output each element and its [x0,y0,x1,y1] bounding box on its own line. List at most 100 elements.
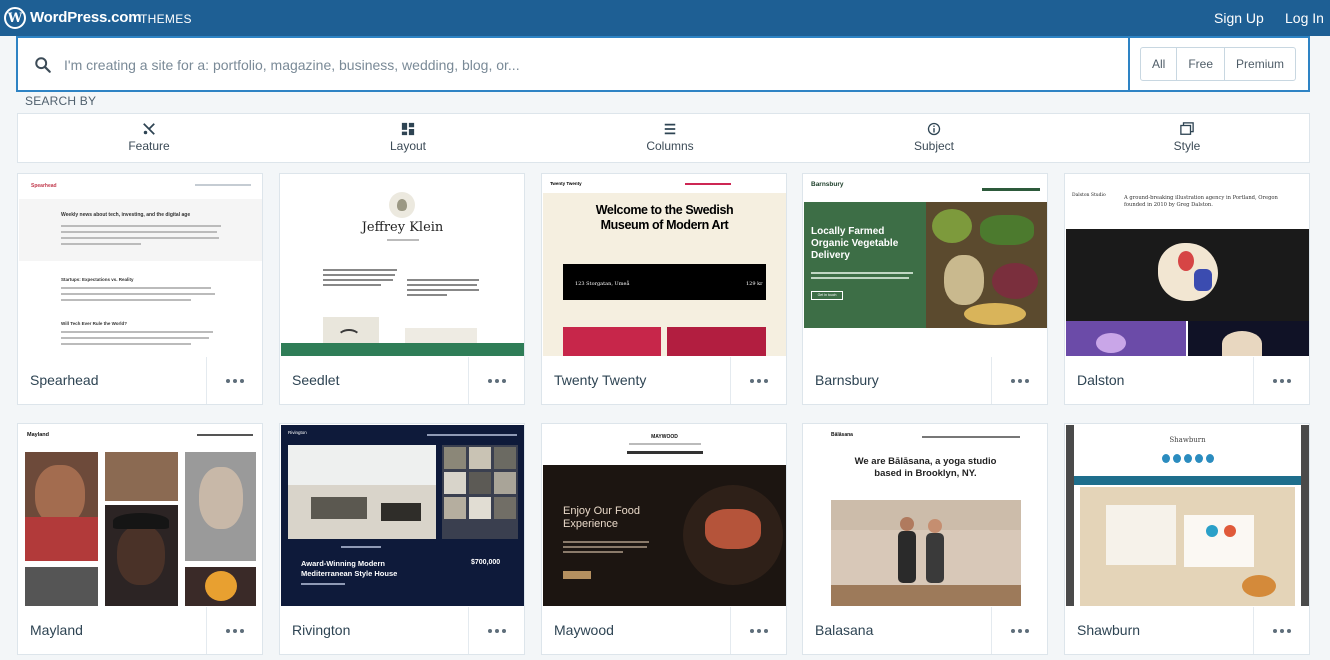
theme-name[interactable]: Maywood [554,622,614,638]
preview-art [667,327,766,356]
preview-gallery-tile [444,472,466,494]
filter-all-button[interactable]: All [1141,48,1178,80]
preview-hat [113,513,169,529]
preview-logo: Bālāsana [831,432,853,438]
more-icon [1272,378,1291,383]
theme-card-twenty-twenty[interactable]: Twenty Twenty Welcome to the Swedish Mus… [541,173,787,405]
search-input[interactable]: I'm creating a site for a: portfolio, ma… [18,38,1130,90]
preview-heading-line: Enjoy Our Food [563,505,641,517]
theme-more-button[interactable] [206,607,262,654]
preview-text [301,583,345,585]
theme-name[interactable]: Shawburn [1077,622,1140,638]
preview-text [61,243,141,245]
theme-name[interactable]: Seedlet [292,372,339,388]
section-name[interactable]: THEMES [140,12,192,26]
preview-logo: Mayland [27,432,50,438]
theme-preview-dalston[interactable]: Dalston Studio A ground-breaking illustr… [1066,175,1309,356]
theme-card-spearhead[interactable]: Spearhead Weekly news about tech, invest… [17,173,263,405]
theme-more-button[interactable] [206,357,262,404]
theme-preview-maywood[interactable]: MAYWOOD Enjoy Our Food Experience [543,425,786,606]
sign-up-link[interactable]: Sign Up [1214,10,1264,26]
preview-veg [944,255,984,305]
theme-more-button[interactable] [1253,357,1309,404]
preview-gallery-tile [469,497,491,519]
theme-preview-twenty-twenty[interactable]: Twenty Twenty Welcome to the Swedish Mus… [543,175,786,356]
preview-nav [922,436,1020,438]
theme-name[interactable]: Spearhead [30,372,99,388]
preview-text [407,284,477,286]
preview-food [705,509,761,549]
theme-preview-barnsbury[interactable]: Barnsbury Locally Farmed Organic Vegetab… [804,175,1047,356]
theme-preview-mayland[interactable]: Mayland [19,425,262,606]
preview-gallery-tile [469,447,491,469]
preview-gallery-tile [494,497,516,519]
more-icon [1010,628,1029,633]
masterbar: W WordPress.com THEMES Sign Up Log In [0,0,1330,36]
theme-card-rivington[interactable]: Rivington Award-Winning Modern Mediterra… [279,423,525,655]
preview-art [563,327,661,356]
preview-post-title: Will Tech Ever Rule the World? [61,321,128,326]
theme-more-button[interactable] [991,357,1047,404]
preview-logo: Barnsbury [811,181,844,188]
theme-more-button[interactable] [991,607,1047,654]
brand-name[interactable]: WordPress.com [30,9,142,26]
preview-text [61,299,191,301]
search-by-layout[interactable]: Layout [348,122,468,153]
search-by-style[interactable]: Style [1127,122,1247,153]
theme-preview-balasana[interactable]: Bālāsana We are Bālāsana, a yoga studio … [804,425,1047,606]
search-icon[interactable] [34,56,52,74]
feature-label: Feature [128,139,170,153]
theme-preview-spearhead[interactable]: Spearhead Weekly news about tech, invest… [19,175,262,356]
preview-portrait [25,567,98,606]
theme-more-button[interactable] [1253,607,1309,654]
preview-paper [1184,515,1254,567]
theme-preview-seedlet[interactable]: Jeffrey Klein [281,175,524,356]
theme-name[interactable]: Mayland [30,622,83,638]
theme-card-maywood[interactable]: MAYWOOD Enjoy Our Food Experience Maywoo… [541,423,787,655]
more-icon [1272,628,1291,633]
theme-name[interactable]: Dalston [1077,372,1124,388]
theme-card-balasana[interactable]: Bālāsana We are Bālāsana, a yoga studio … [802,423,1048,655]
search-by-columns[interactable]: Columns [610,122,730,153]
theme-more-button[interactable] [468,357,524,404]
preview-price: $700,000 [471,559,501,566]
tier-filter: All Free Premium [1140,47,1297,81]
subject-label: Subject [913,139,955,153]
preview-mug [1242,575,1276,597]
preview-footer [281,343,524,356]
theme-card-shawburn[interactable]: Shawburn Shawburn [1064,423,1310,655]
preview-logo: Twenty Twenty [550,181,582,186]
theme-card-dalston[interactable]: Dalston Studio A ground-breaking illustr… [1064,173,1310,405]
theme-more-button[interactable] [468,607,524,654]
preview-heading-line: Experience [563,518,619,530]
style-label: Style [1173,139,1201,153]
search-by-subject[interactable]: Subject [874,122,994,153]
log-in-link[interactable]: Log In [1285,10,1324,26]
theme-more-button[interactable] [730,357,786,404]
theme-more-button[interactable] [730,607,786,654]
search-by-feature[interactable]: Feature [89,122,209,153]
wordpress-logo-icon[interactable]: W [4,7,26,29]
filter-free-button[interactable]: Free [1177,48,1226,80]
search-placeholder: I'm creating a site for a: portfolio, ma… [64,57,520,73]
theme-name[interactable]: Twenty Twenty [554,372,646,388]
theme-preview-shawburn[interactable]: Shawburn [1066,425,1309,606]
filter-premium-button[interactable]: Premium [1225,48,1295,80]
theme-card-barnsbury[interactable]: Barnsbury Locally Farmed Organic Vegetab… [802,173,1048,405]
columns-icon [664,123,676,135]
columns-label: Columns [646,139,694,153]
theme-name[interactable]: Barnsbury [815,372,879,388]
preview-heading: Weekly news about tech, investing, and t… [61,212,191,218]
preview-text [323,284,381,286]
preview-heading-line: Welcome to the Swedish [595,203,734,217]
preview-nav [197,434,253,436]
theme-name[interactable]: Balasana [815,622,873,638]
theme-card-seedlet[interactable]: Jeffrey Klein Seedlet [279,173,525,405]
preview-gallery-tile [469,472,491,494]
theme-card-mayland[interactable]: Mayland Mayland [17,423,263,655]
preview-text [387,239,419,241]
theme-name[interactable]: Rivington [292,622,350,638]
search-by-bar: Feature Layout Columns Subject Style [17,113,1310,163]
theme-preview-rivington[interactable]: Rivington Award-Winning Modern Mediterra… [281,425,524,606]
preview-face [199,467,243,529]
